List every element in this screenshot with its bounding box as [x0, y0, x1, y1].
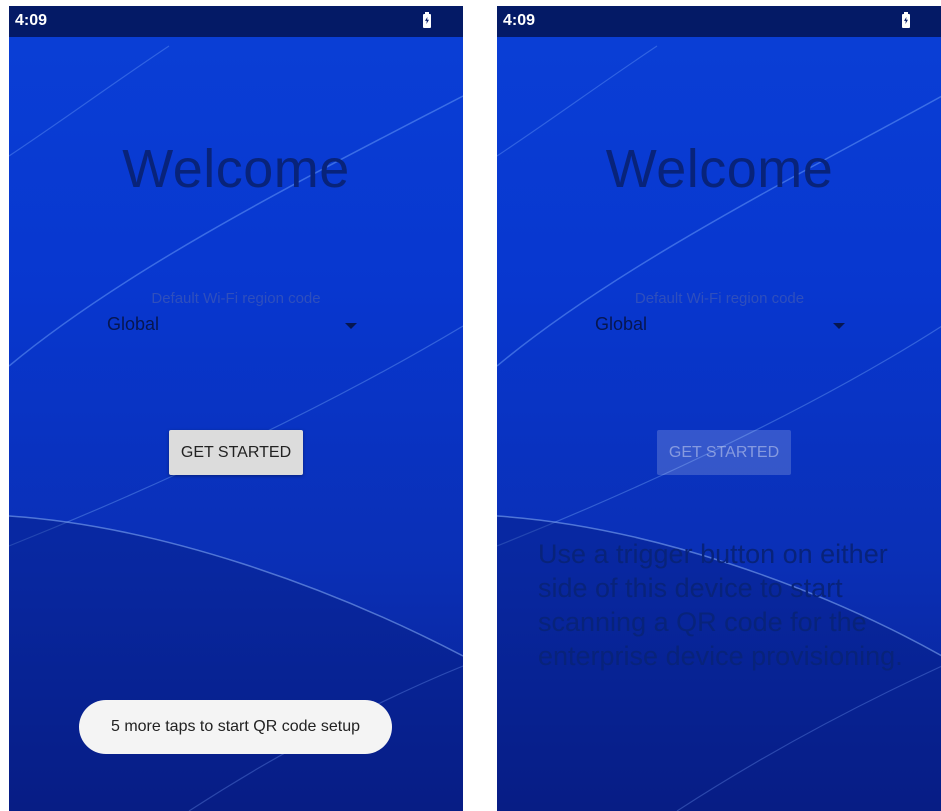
- status-time: 4:09: [15, 12, 48, 29]
- right-screen: 4:09 Welcome Default Wi-Fi region code G…: [497, 6, 941, 811]
- battery-charging-icon: [902, 12, 910, 28]
- welcome-title: Welcome: [122, 139, 350, 199]
- dropdown-arrow-icon: [345, 323, 357, 329]
- wallpaper-background: [9, 45, 463, 811]
- get-started-button[interactable]: GET STARTED: [657, 430, 791, 475]
- qr-instruction-text: Use a trigger button on either side of t…: [538, 539, 903, 671]
- get-started-button[interactable]: GET STARTED: [169, 430, 303, 475]
- left-screen: 4:09 Welcome Default Wi-Fi region code G…: [9, 6, 463, 811]
- dropdown-arrow-icon: [833, 323, 845, 329]
- region-code-value: Global: [107, 314, 160, 334]
- welcome-title: Welcome: [605, 139, 834, 199]
- wallpaper-background: [497, 45, 941, 811]
- status-bar: 4:09: [9, 6, 463, 37]
- region-code-label: Default Wi-Fi region code: [151, 290, 321, 307]
- toast-message: 5 more taps to start QR code setup: [79, 700, 392, 754]
- region-code-dropdown[interactable]: Global: [107, 314, 357, 338]
- region-code-label: Default Wi-Fi region code: [634, 290, 805, 307]
- battery-charging-icon: [423, 12, 431, 28]
- region-code-dropdown[interactable]: Global: [595, 314, 845, 338]
- status-bar: 4:09: [497, 6, 941, 37]
- region-code-value: Global: [595, 314, 648, 334]
- status-time: 4:09: [503, 12, 536, 29]
